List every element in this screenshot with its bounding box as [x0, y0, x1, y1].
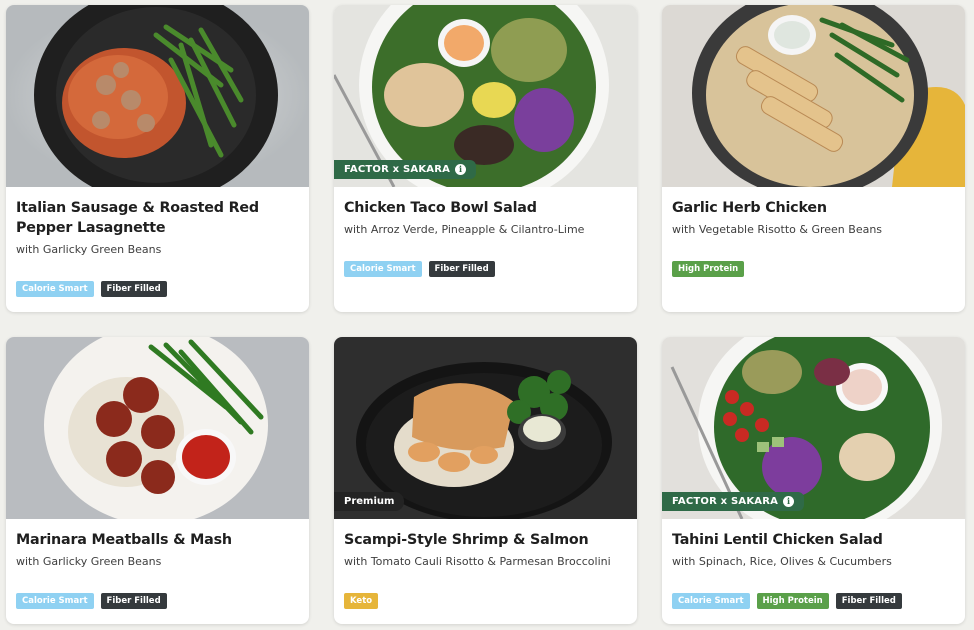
- meal-subtitle: with Spinach, Rice, Olives & Cucumbers: [672, 555, 892, 568]
- tag-fiber-filled: Fiber Filled: [428, 261, 495, 277]
- meal-card[interactable]: Italian Sausage & Roasted Red Pepper Las…: [6, 5, 309, 312]
- tag-calorie-smart: Calorie Smart: [672, 593, 750, 609]
- tag-list: Calorie Smart Fiber Filled: [16, 281, 167, 297]
- meal-card[interactable]: Garlic Herb Chicken with Vegetable Risot…: [662, 5, 965, 312]
- tag-fiber-filled: Fiber Filled: [100, 281, 167, 297]
- meal-subtitle: with Vegetable Risotto & Green Beans: [672, 223, 883, 236]
- tag-calorie-smart: Calorie Smart: [16, 281, 94, 297]
- tag-list: Calorie Smart Fiber Filled: [16, 593, 167, 609]
- meal-card[interactable]: FACTOR x SAKARA i Tahini Lentil Chicken …: [662, 337, 965, 624]
- tag-calorie-smart: Calorie Smart: [16, 593, 94, 609]
- tag-keto: Keto: [344, 593, 379, 609]
- partner-badge-label: FACTOR x SAKARA: [344, 164, 451, 175]
- meal-photo[interactable]: [662, 5, 965, 187]
- meal-subtitle: with Tomato Cauli Risotto & Parmesan Bro…: [344, 555, 611, 568]
- meal-card[interactable]: FACTOR x SAKARA i Chicken Taco Bowl Sala…: [334, 5, 637, 312]
- info-icon[interactable]: i: [455, 164, 467, 175]
- tag-list: Calorie Smart Fiber Filled: [344, 261, 495, 277]
- tag-high-protein: High Protein: [756, 593, 829, 609]
- meal-photo[interactable]: Premium: [334, 337, 637, 519]
- meal-grid: Italian Sausage & Roasted Red Pepper Las…: [0, 0, 974, 630]
- meal-subtitle: with Arroz Verde, Pineapple & Cilantro-L…: [344, 223, 585, 236]
- meal-title[interactable]: Marinara Meatballs & Mash: [16, 530, 299, 550]
- meal-card[interactable]: Marinara Meatballs & Mash with Garlicky …: [6, 337, 309, 624]
- meal-photo[interactable]: FACTOR x SAKARA i: [662, 337, 965, 519]
- meal-card[interactable]: Premium Scampi-Style Shrimp & Salmon wit…: [334, 337, 637, 624]
- tag-calorie-smart: Calorie Smart: [344, 261, 422, 277]
- meal-title[interactable]: Tahini Lentil Chicken Salad: [672, 530, 955, 550]
- meal-title[interactable]: Scampi-Style Shrimp & Salmon: [344, 530, 627, 550]
- tag-list: Calorie Smart High Protein Fiber Filled: [672, 593, 902, 609]
- tag-fiber-filled: Fiber Filled: [835, 593, 902, 609]
- meal-subtitle: with Garlicky Green Beans: [16, 243, 162, 256]
- meal-title[interactable]: Italian Sausage & Roasted Red Pepper Las…: [16, 198, 299, 238]
- info-icon[interactable]: i: [783, 496, 795, 507]
- premium-badge: Premium: [334, 492, 405, 511]
- partner-badge-label: FACTOR x SAKARA: [672, 496, 779, 507]
- meal-photo[interactable]: [6, 337, 309, 519]
- partner-badge[interactable]: FACTOR x SAKARA i: [334, 160, 477, 179]
- meal-title[interactable]: Garlic Herb Chicken: [672, 198, 955, 218]
- meal-subtitle: with Garlicky Green Beans: [16, 555, 162, 568]
- tag-high-protein: High Protein: [672, 261, 745, 277]
- meal-photo[interactable]: [6, 5, 309, 187]
- meal-photo[interactable]: FACTOR x SAKARA i: [334, 5, 637, 187]
- tag-fiber-filled: Fiber Filled: [100, 593, 167, 609]
- tag-list: Keto: [344, 593, 379, 609]
- tag-list: High Protein: [672, 261, 745, 277]
- partner-badge[interactable]: FACTOR x SAKARA i: [662, 492, 805, 511]
- meal-title[interactable]: Chicken Taco Bowl Salad: [344, 198, 627, 218]
